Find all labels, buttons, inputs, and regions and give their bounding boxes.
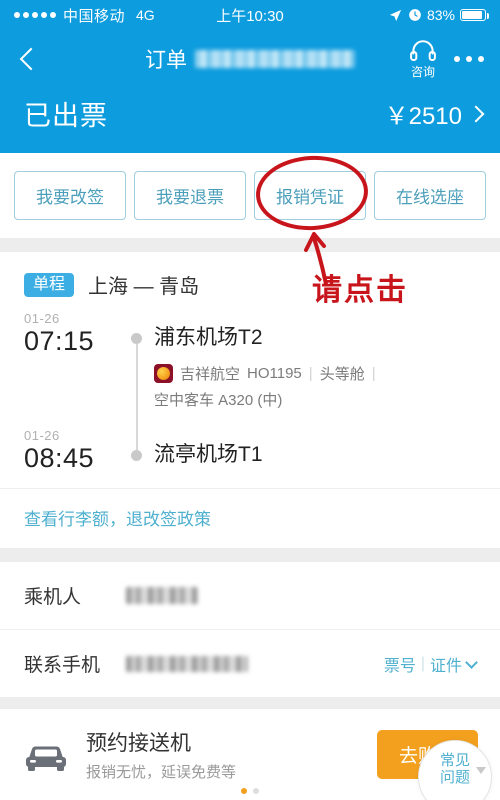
alarm-clock-icon: [409, 9, 421, 21]
banner-title: 预约接送机: [86, 732, 191, 755]
passenger-row[interactable]: 乘机人: [0, 562, 500, 630]
passenger-label: 乘机人: [24, 587, 82, 609]
faq-line-1: 常见: [439, 752, 470, 769]
caret-down-icon: [476, 767, 486, 774]
passenger-name-redacted: [126, 587, 198, 605]
arrival-time-block: 01-26 08:45: [24, 424, 120, 474]
trip-type-badge: 单程: [24, 272, 75, 297]
order-price-label: ￥2510: [384, 103, 462, 130]
timeline-rail-arrival: [120, 410, 154, 474]
chevron-down-icon: [465, 655, 478, 669]
flight-number: HO1195: [247, 365, 302, 382]
status-bar: 中国移动 4G 上午10:30 83%: [0, 0, 500, 30]
battery-percent-label: 83%: [426, 7, 455, 23]
ticket-document-toggle[interactable]: 票号 | 证件: [383, 652, 478, 676]
order-detail-screen: 中国移动 4G 上午10:30 83% 订单 咨询 已出票 ￥2510 我要改签…: [0, 0, 500, 800]
chevron-right-icon: [467, 105, 485, 122]
car-icon: [22, 738, 70, 772]
order-number-redacted: [195, 50, 355, 68]
online-seat-selection-button[interactable]: 在线选座: [374, 171, 486, 220]
route-label: 上海 — 青岛: [88, 276, 200, 298]
departure-airport: 浦东机场T2: [154, 326, 263, 349]
page-title: 订单: [145, 49, 187, 72]
action-button-row: 我要改签 我要退票 报销凭证 在线选座: [0, 153, 500, 238]
baggage-policy-link[interactable]: 查看行李额，退改签政策: [24, 510, 211, 529]
airline-name: 吉祥航空: [180, 366, 241, 383]
arrival-time: 08:45: [24, 443, 95, 473]
section-divider: [0, 238, 500, 252]
ticket-number-label: 票号: [383, 657, 416, 675]
back-button[interactable]: [16, 46, 42, 72]
arrival-date: 01-26: [24, 428, 60, 443]
consult-button[interactable]: 咨询: [410, 39, 436, 80]
carrier-label: 中国移动: [63, 7, 126, 25]
battery-icon: [460, 9, 489, 21]
timeline-dot-icon-2: [131, 450, 142, 461]
info-separator-2: |: [371, 365, 376, 382]
departure-time: 07:15: [24, 326, 95, 356]
contact-phone-redacted: [126, 655, 248, 672]
aircraft-type: 空中客车 A320 (中): [154, 392, 283, 409]
headset-icon: [410, 39, 436, 61]
arrival-details: 流亭机场T1: [154, 424, 476, 474]
location-arrow-icon: [389, 9, 402, 21]
info-separator: |: [308, 365, 313, 382]
order-price-button[interactable]: ￥2510: [384, 96, 485, 131]
departure-time-block: 01-26 07:15: [24, 307, 120, 410]
nav-bar: 订单 咨询: [0, 30, 500, 88]
network-type-label: 4G: [136, 7, 155, 23]
arrival-airport: 流亭机场T1: [154, 443, 263, 466]
faq-line-2: 问题: [439, 768, 470, 786]
juneyao-air-logo-icon: [154, 364, 173, 383]
contact-phone-label: 联系手机: [24, 655, 101, 677]
arrival-leg: 01-26 08:45 流亭机场T1: [0, 410, 500, 474]
flight-card: 单程 上海 — 青岛 01-26 07:15 浦东机场T2 吉祥航空 HO119…: [0, 252, 500, 549]
document-label: 证件: [429, 657, 462, 675]
consult-label: 咨询: [410, 64, 435, 79]
route-header: 单程 上海 — 青岛: [0, 252, 500, 307]
change-ticket-button[interactable]: 我要改签: [14, 171, 126, 220]
flight-info-row: 吉祥航空 HO1195 | 头等舱 |: [154, 363, 476, 384]
timeline-line-2: [135, 410, 138, 450]
order-status-bar: 已出票 ￥2510: [0, 88, 500, 153]
policy-row: 查看行李额，退改签政策: [0, 488, 500, 548]
contact-phone-row[interactable]: 联系手机 票号 | 证件: [0, 629, 500, 698]
reimbursement-voucher-button[interactable]: 报销凭证: [254, 171, 366, 220]
signal-dots-icon: [14, 12, 56, 18]
banner-texts: 预约接送机 报销无忧，延误免费等: [86, 727, 236, 782]
departure-leg: 01-26 07:15 浦东机场T2 吉祥航空 HO1195 | 头等舱 | 空…: [0, 307, 500, 428]
status-bar-right: 83%: [388, 7, 489, 23]
timeline-rail-departure: [120, 307, 154, 428]
section-divider-2: [0, 548, 500, 563]
order-status-label: 已出票: [24, 101, 108, 131]
more-options-button[interactable]: [454, 56, 484, 62]
departure-details: 浦东机场T2 吉祥航空 HO1195 | 头等舱 | 空中客车 A320 (中): [154, 307, 476, 410]
departure-date: 01-26: [24, 311, 60, 326]
status-bar-left: 中国移动 4G: [14, 5, 155, 26]
refund-ticket-button[interactable]: 我要退票: [134, 171, 246, 220]
timeline-dot-icon: [131, 333, 142, 344]
cabin-class: 头等舱: [319, 366, 365, 383]
nav-bar-right: 咨询: [410, 39, 484, 80]
banner-subtitle: 报销无忧，延误免费等: [86, 764, 237, 781]
label-divider: |: [420, 654, 425, 672]
